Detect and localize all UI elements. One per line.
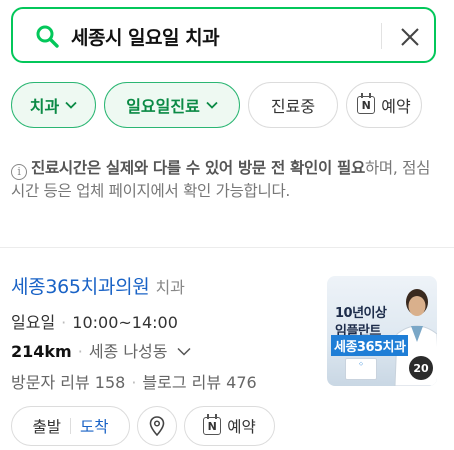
chevron-down-icon: [177, 347, 191, 356]
area: 세종 나성동: [88, 342, 168, 361]
filter-chip-label: 진료중: [270, 97, 316, 116]
map-button[interactable]: [137, 406, 177, 446]
search-bar[interactable]: 세종시 일요일 치과: [11, 7, 436, 63]
business-hours: 일요일 · 10:00~14:00: [11, 313, 178, 332]
place-thumbnail[interactable]: 10년이상 임플란트 세종365치과 ◇ 20: [327, 276, 437, 386]
place-category: 치과: [155, 278, 185, 297]
clinic-logo-icon: ◇: [345, 358, 377, 380]
chevron-down-icon: [206, 101, 218, 109]
photo-count-badge: 20: [409, 356, 433, 380]
route-button[interactable]: 출발 도착: [11, 406, 130, 446]
filter-chip-label: 예약: [381, 97, 411, 116]
place-actions: 출발 도착 N 예약: [11, 406, 451, 446]
chevron-down-icon: [65, 101, 77, 109]
map-pin-icon: [149, 416, 165, 436]
filter-chip-sunday-clinic[interactable]: 일요일진료: [104, 82, 240, 128]
thumbnail-text-3: 세종365치과: [331, 335, 409, 356]
arrive-button[interactable]: 도착: [80, 415, 109, 437]
notice-bold-text: 진료시간은 실제와 다를 수 있어 방문 전 확인이 필요: [31, 159, 365, 177]
review-row: 방문자 리뷰 158 · 블로그 리뷰 476: [11, 373, 257, 392]
search-icon: [36, 25, 59, 48]
filter-chip-label: 치과: [29, 97, 60, 116]
filter-chip-dentist[interactable]: 치과: [11, 82, 96, 128]
naver-booking-icon: N: [357, 93, 376, 114]
business-day: 일요일: [11, 313, 56, 332]
location-row[interactable]: 214km · 세종 나성동: [11, 338, 191, 362]
booking-label: 예약: [227, 418, 256, 436]
thumbnail-text-1: 10년이상: [335, 306, 387, 321]
clear-button[interactable]: [393, 20, 427, 54]
filter-chips: 치과 일요일진료 진료중 N 예약: [11, 82, 454, 128]
naver-booking-icon: N: [203, 414, 222, 435]
search-divider: [381, 23, 382, 49]
business-time: 10:00~14:00: [72, 313, 178, 332]
distance: 214km: [11, 342, 72, 361]
info-icon: i: [11, 163, 27, 180]
visitor-reviews[interactable]: 방문자 리뷰 158: [11, 373, 125, 392]
booking-button[interactable]: N 예약: [184, 406, 275, 446]
section-divider: [0, 247, 454, 248]
filter-chip-label: 일요일진료: [126, 97, 200, 116]
depart-button[interactable]: 출발: [32, 415, 61, 437]
filter-chip-booking[interactable]: N 예약: [346, 82, 422, 128]
hours-notice: i 진료시간은 실제와 다를 수 있어 방문 전 확인이 필요하며, 점심시간 등…: [11, 157, 431, 203]
close-icon: [401, 28, 419, 46]
blog-reviews[interactable]: 블로그 리뷰 476: [142, 373, 256, 392]
search-input[interactable]: 세종시 일요일 치과: [71, 23, 220, 50]
place-name-link[interactable]: 세종365치과의원: [11, 276, 150, 298]
filter-chip-open-now[interactable]: 진료중: [248, 82, 338, 128]
